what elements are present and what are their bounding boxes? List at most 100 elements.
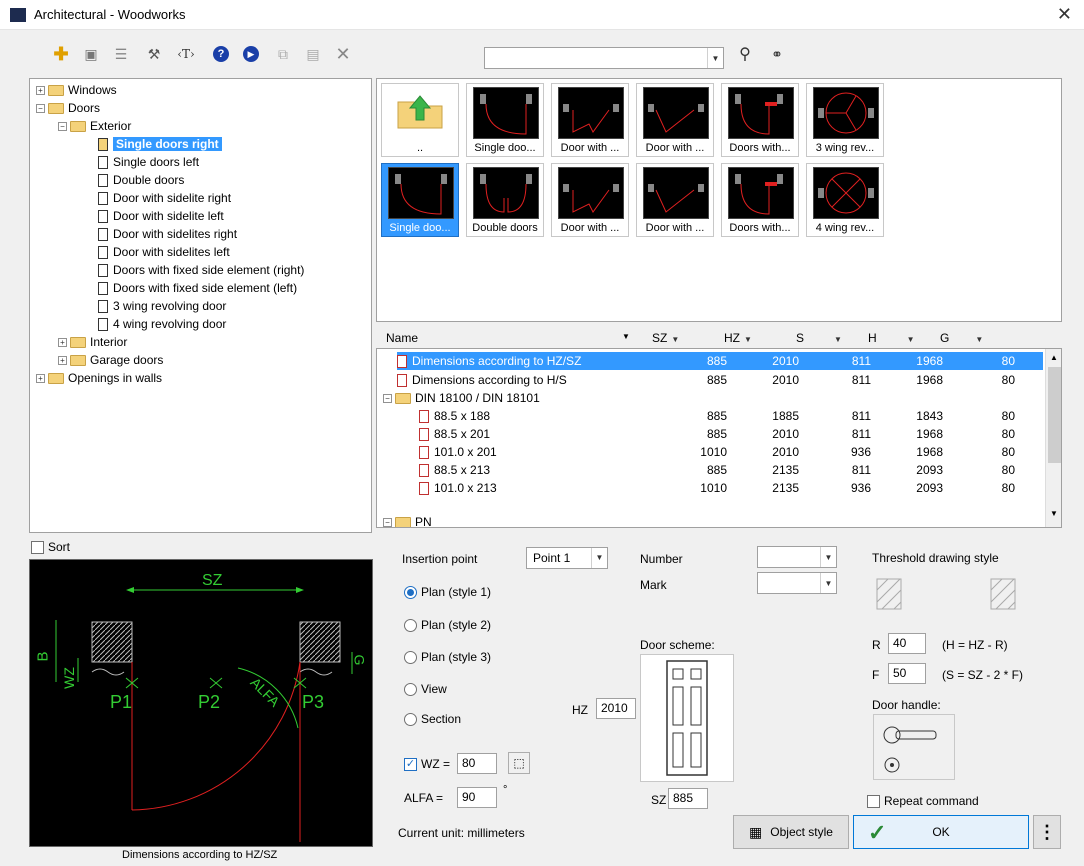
search-icon[interactable]: ⚲ xyxy=(734,43,756,65)
thumb-door-with-4[interactable]: Door with ... xyxy=(636,163,714,237)
table-group-row[interactable]: − PN xyxy=(383,513,1043,527)
checkbox-box[interactable]: ✓ xyxy=(404,758,417,772)
table-group-row[interactable]: − DIN 18100 / DIN 18101 xyxy=(383,389,1043,407)
tree-item-4-wing[interactable]: 4 wing revolving door xyxy=(98,315,226,333)
door-scheme-preview[interactable] xyxy=(640,654,734,782)
column-header-hz[interactable]: HZ ▼ xyxy=(724,328,752,348)
table-row[interactable]: Dimensions according to HZ/SZ 885 2010 8… xyxy=(397,352,1043,370)
ok-button[interactable]: ✓ OK xyxy=(853,815,1029,849)
hz-input[interactable]: 2010 xyxy=(596,698,636,719)
table-row[interactable]: 101.0 x 201 1010 2010 936 1968 80 xyxy=(419,443,1043,461)
mark-select[interactable]: ▼ xyxy=(757,572,837,594)
dimensions-table[interactable]: ▲ ▼ Dimensions according to HZ/SZ 885 20… xyxy=(376,348,1062,528)
radio-plan-style-3[interactable]: Plan (style 3) xyxy=(404,650,491,665)
thumb-doors-with-2[interactable]: Doors with... xyxy=(721,163,799,237)
alfa-input[interactable]: 90 xyxy=(457,787,497,808)
r-input[interactable]: 40 xyxy=(888,633,926,654)
door-handle-preview[interactable] xyxy=(873,714,955,780)
tree-item-exterior[interactable]: − Exterior xyxy=(58,117,131,135)
thumb-up-folder[interactable]: .. xyxy=(381,83,459,157)
chevron-down-icon[interactable]: ▼ xyxy=(707,48,723,68)
column-header-name[interactable]: Name xyxy=(386,328,418,348)
radio-button[interactable] xyxy=(404,713,417,727)
info-icon[interactable]: ▶ xyxy=(240,43,262,65)
thumb-single-door-selected[interactable]: Single doo... xyxy=(381,163,459,237)
binoculars-icon[interactable]: ⚭ xyxy=(766,43,788,65)
repeat-command-checkbox[interactable]: Repeat command xyxy=(867,794,979,809)
expand-icon[interactable]: + xyxy=(36,374,45,384)
number-select[interactable]: ▼ xyxy=(757,546,837,568)
column-header-g[interactable]: G ▼ xyxy=(940,328,983,348)
table-row[interactable]: 88.5 x 188 885 1885 811 1843 80 xyxy=(419,407,1043,425)
thumb-3-wing[interactable]: 3 wing rev... xyxy=(806,83,884,157)
tree-item-fixed-side-right[interactable]: Doors with fixed side element (right) xyxy=(98,261,304,279)
category-tree[interactable]: + Windows − Doors − Exterior Single doors r… xyxy=(29,78,372,533)
radio-button[interactable] xyxy=(404,651,417,665)
thumb-door-with-3[interactable]: Door with ... xyxy=(551,163,629,237)
object-style-button[interactable]: ▦ Object style xyxy=(733,815,849,849)
tree-item-double-doors[interactable]: Double doors xyxy=(98,171,184,189)
properties-icon[interactable]: ▣ xyxy=(80,43,102,65)
collapse-icon[interactable]: − xyxy=(383,518,392,527)
tree-item-door-sidelites-left[interactable]: Door with sidelites left xyxy=(98,243,230,261)
collapse-icon[interactable]: − xyxy=(36,104,45,114)
radio-section[interactable]: Section xyxy=(404,712,461,727)
chevron-down-icon[interactable]: ▼ xyxy=(622,332,630,341)
thumb-door-with-1[interactable]: Door with ... xyxy=(551,83,629,157)
collapse-icon[interactable]: − xyxy=(58,122,67,132)
tree-item-door-sidelite-right[interactable]: Door with sidelite right xyxy=(98,189,231,207)
tree-item-garage-doors[interactable]: + Garage doors xyxy=(58,351,163,369)
thumb-single-door[interactable]: Single doo... xyxy=(466,83,544,157)
table-row[interactable]: 88.5 x 201 885 2010 811 1968 80 xyxy=(419,425,1043,443)
sz-input[interactable]: 885 xyxy=(668,788,708,809)
tree-item-3-wing[interactable]: 3 wing revolving door xyxy=(98,297,226,315)
thumb-doors-with-1[interactable]: Doors with... xyxy=(721,83,799,157)
checkbox-box[interactable] xyxy=(867,795,880,809)
text-tag-icon[interactable]: ‹T› xyxy=(175,43,197,65)
column-header-h[interactable]: H ▼ xyxy=(868,328,915,348)
help-icon[interactable]: ? xyxy=(210,43,232,65)
threshold-style-1-icon[interactable] xyxy=(876,578,902,610)
thumb-4-wing[interactable]: 4 wing rev... xyxy=(806,163,884,237)
radio-plan-style-2[interactable]: Plan (style 2) xyxy=(404,618,491,633)
column-header-s[interactable]: S ▼ xyxy=(796,328,842,348)
wz-input[interactable]: 80 xyxy=(457,753,497,774)
copy-icon[interactable]: ⧉ xyxy=(272,43,294,65)
tree-item-windows[interactable]: + Windows xyxy=(36,81,117,99)
tree-item-single-doors-right[interactable]: Single doors right xyxy=(98,135,222,153)
paste-icon[interactable]: ▤ xyxy=(302,43,324,65)
more-options-button[interactable]: ⋮ xyxy=(1033,815,1061,849)
thumb-door-with-2[interactable]: Door with ... xyxy=(636,83,714,157)
expand-icon[interactable]: + xyxy=(36,86,45,96)
thumb-double-doors[interactable]: Double doors xyxy=(466,163,544,237)
table-row[interactable]: Dimensions according to H/S 885 2010 811… xyxy=(397,371,1043,389)
tree-item-openings[interactable]: + Openings in walls xyxy=(36,369,162,387)
close-icon[interactable]: ✕ xyxy=(1057,5,1072,23)
radio-button[interactable] xyxy=(404,586,417,600)
scroll-up-icon[interactable]: ▲ xyxy=(1050,353,1058,362)
list-icon[interactable]: ☰ xyxy=(110,43,132,65)
table-row[interactable]: 101.0 x 213 1010 2135 936 2093 80 xyxy=(419,479,1043,497)
f-input[interactable]: 50 xyxy=(888,663,926,684)
radio-button[interactable] xyxy=(404,683,417,697)
expand-icon[interactable]: + xyxy=(58,356,67,366)
delete-icon[interactable]: ✕ xyxy=(332,43,354,65)
radio-plan-style-1[interactable]: Plan (style 1) xyxy=(404,585,491,600)
tree-item-doors[interactable]: − Doors xyxy=(36,99,100,117)
wz-checkbox[interactable]: ✓ WZ = xyxy=(404,757,450,772)
checkbox-box[interactable] xyxy=(31,541,44,555)
chevron-down-icon[interactable]: ▼ xyxy=(591,548,607,568)
scrollbar[interactable]: ▲ ▼ xyxy=(1045,349,1061,527)
tree-item-door-sidelites-right[interactable]: Door with sidelites right xyxy=(98,225,237,243)
tools-icon[interactable]: ⚒ xyxy=(143,43,165,65)
radio-button[interactable] xyxy=(404,619,417,633)
tree-item-single-doors-left[interactable]: Single doors left xyxy=(98,153,199,171)
search-combo[interactable]: ▼ xyxy=(484,47,724,69)
column-header-sz[interactable]: SZ ▼ xyxy=(652,328,679,348)
scroll-down-icon[interactable]: ▼ xyxy=(1050,509,1058,518)
tree-item-door-sidelite-left[interactable]: Door with sidelite left xyxy=(98,207,224,225)
sort-checkbox[interactable]: Sort xyxy=(31,540,70,555)
chevron-down-icon[interactable]: ▼ xyxy=(820,573,836,593)
tree-item-interior[interactable]: + Interior xyxy=(58,333,127,351)
tree-item-fixed-side-left[interactable]: Doors with fixed side element (left) xyxy=(98,279,297,297)
